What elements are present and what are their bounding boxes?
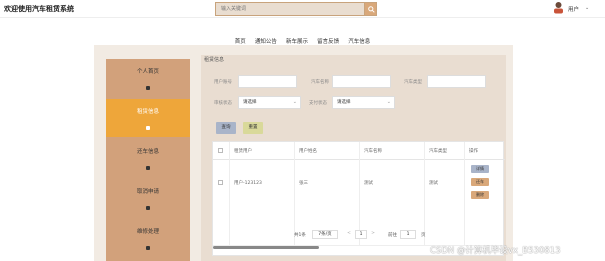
- top-nav: 首页 通知公告 新车展示 留言反馈 汽车信息: [0, 28, 605, 45]
- column-header: 汽车名称: [364, 149, 382, 154]
- goto-suffix: 页: [421, 233, 426, 238]
- car-type-cell: 测试: [429, 181, 438, 186]
- user-name-cell: 张三: [299, 181, 308, 186]
- main-panel: 个人首页 租赁信息 还车信息 取消申请 维修处理 租赁信息 用户账号 汽车名称 …: [94, 45, 513, 261]
- nav-item-new-cars[interactable]: 新车展示: [286, 37, 308, 45]
- nav-item-car-info[interactable]: 汽车信息: [348, 37, 370, 45]
- payment-status-select[interactable]: 请选择 ⌄: [332, 96, 395, 109]
- detail-button[interactable]: 详情: [471, 165, 489, 173]
- lock-icon: [146, 86, 150, 90]
- sidebar-item-label: 个人首页: [136, 69, 159, 75]
- lock-icon: [146, 246, 150, 250]
- sidebar-item-profile[interactable]: 个人首页: [106, 59, 190, 97]
- search-icon: [368, 6, 375, 13]
- select-value: 请选择: [243, 100, 257, 105]
- sidebar-item-label: 租赁信息: [136, 109, 159, 115]
- car-type-input[interactable]: [427, 75, 486, 88]
- review-status-select[interactable]: 请选择 ⌄: [238, 96, 301, 109]
- select-value: 请选择: [337, 100, 351, 105]
- sidebar-item-label: 还车信息: [136, 149, 159, 155]
- column-header: 操作: [469, 149, 478, 154]
- car-name-cell: 测试: [364, 181, 373, 186]
- lock-icon: [146, 166, 150, 170]
- row-checkbox[interactable]: [218, 180, 223, 185]
- column-header: 汽车类型: [429, 149, 447, 154]
- user-account-label: 用户账号: [214, 80, 232, 85]
- car-type-label: 汽车类型: [404, 80, 422, 85]
- car-name-input[interactable]: [332, 75, 391, 88]
- sidebar-item-label: 取消申请: [136, 189, 159, 195]
- user-account-input[interactable]: [238, 75, 297, 88]
- reset-button[interactable]: 重置: [243, 122, 263, 134]
- delete-button[interactable]: 删除: [471, 191, 489, 199]
- search-button[interactable]: [364, 2, 377, 16]
- review-status-label: 审核状态: [214, 101, 232, 106]
- nav-item-notices[interactable]: 通知公告: [255, 37, 277, 45]
- car-name-label: 汽车名称: [311, 80, 329, 85]
- rental-content: 租赁信息 用户账号 汽车名称 汽车类型 审核状态 请选择 ⌄ 支付状态 请选择 …: [201, 55, 506, 261]
- select-all-checkbox[interactable]: [218, 148, 223, 153]
- column-header: 租赁用户: [234, 149, 252, 154]
- watermark: CSDN @计算机毕设vx_B530813: [430, 246, 561, 256]
- nav-item-feedback[interactable]: 留言反馈: [317, 37, 339, 45]
- site-title: 欢迎使用汽车租赁系统: [4, 5, 74, 13]
- column-header: 用户姓名: [299, 149, 317, 154]
- prev-page-button[interactable]: <: [344, 230, 354, 239]
- avatar[interactable]: [553, 1, 564, 14]
- current-page[interactable]: 1: [355, 230, 367, 239]
- return-car-button[interactable]: 还车: [471, 178, 489, 186]
- user-menu-label[interactable]: 用户: [568, 5, 579, 13]
- payment-status-label: 支付状态: [309, 101, 327, 106]
- total-count: 共1条: [294, 233, 306, 238]
- query-button[interactable]: 查询: [216, 122, 236, 134]
- sidebar: 个人首页 租赁信息 还车信息 取消申请 维修处理: [106, 59, 190, 261]
- sidebar-item-label: 维修处理: [136, 229, 159, 235]
- chevron-down-icon[interactable]: ⌄: [585, 5, 589, 11]
- sidebar-item-rentals[interactable]: 租赁信息: [106, 99, 190, 137]
- rental-user-cell: 用户-123123: [234, 181, 262, 186]
- breadcrumb: 租赁信息: [204, 57, 225, 63]
- lock-icon: [146, 206, 150, 210]
- goto-page-input[interactable]: 1: [400, 230, 416, 239]
- horizontal-scrollbar[interactable]: [213, 246, 319, 249]
- next-page-button[interactable]: >: [368, 230, 378, 239]
- lock-icon: [146, 126, 150, 130]
- sidebar-item-cancellations[interactable]: 取消申请: [106, 179, 190, 217]
- chevron-down-icon: ⌄: [292, 99, 297, 105]
- search-input[interactable]: [215, 2, 365, 16]
- page-size-select[interactable]: 7条/页: [312, 230, 338, 239]
- sidebar-item-repairs[interactable]: 维修处理: [106, 219, 190, 257]
- search-bar: [215, 2, 377, 16]
- pagination: 共1条 7条/页 < 1 > 前往 1 页: [201, 229, 506, 241]
- page-size-value: 7条/页: [318, 232, 332, 237]
- top-bar: 欢迎使用汽车租赁系统 用户 ⌄: [0, 0, 605, 18]
- nav-item-home[interactable]: 首页: [235, 37, 246, 45]
- sidebar-item-returns[interactable]: 还车信息: [106, 139, 190, 177]
- goto-label: 前往: [388, 233, 397, 238]
- chevron-down-icon: ⌄: [386, 99, 391, 105]
